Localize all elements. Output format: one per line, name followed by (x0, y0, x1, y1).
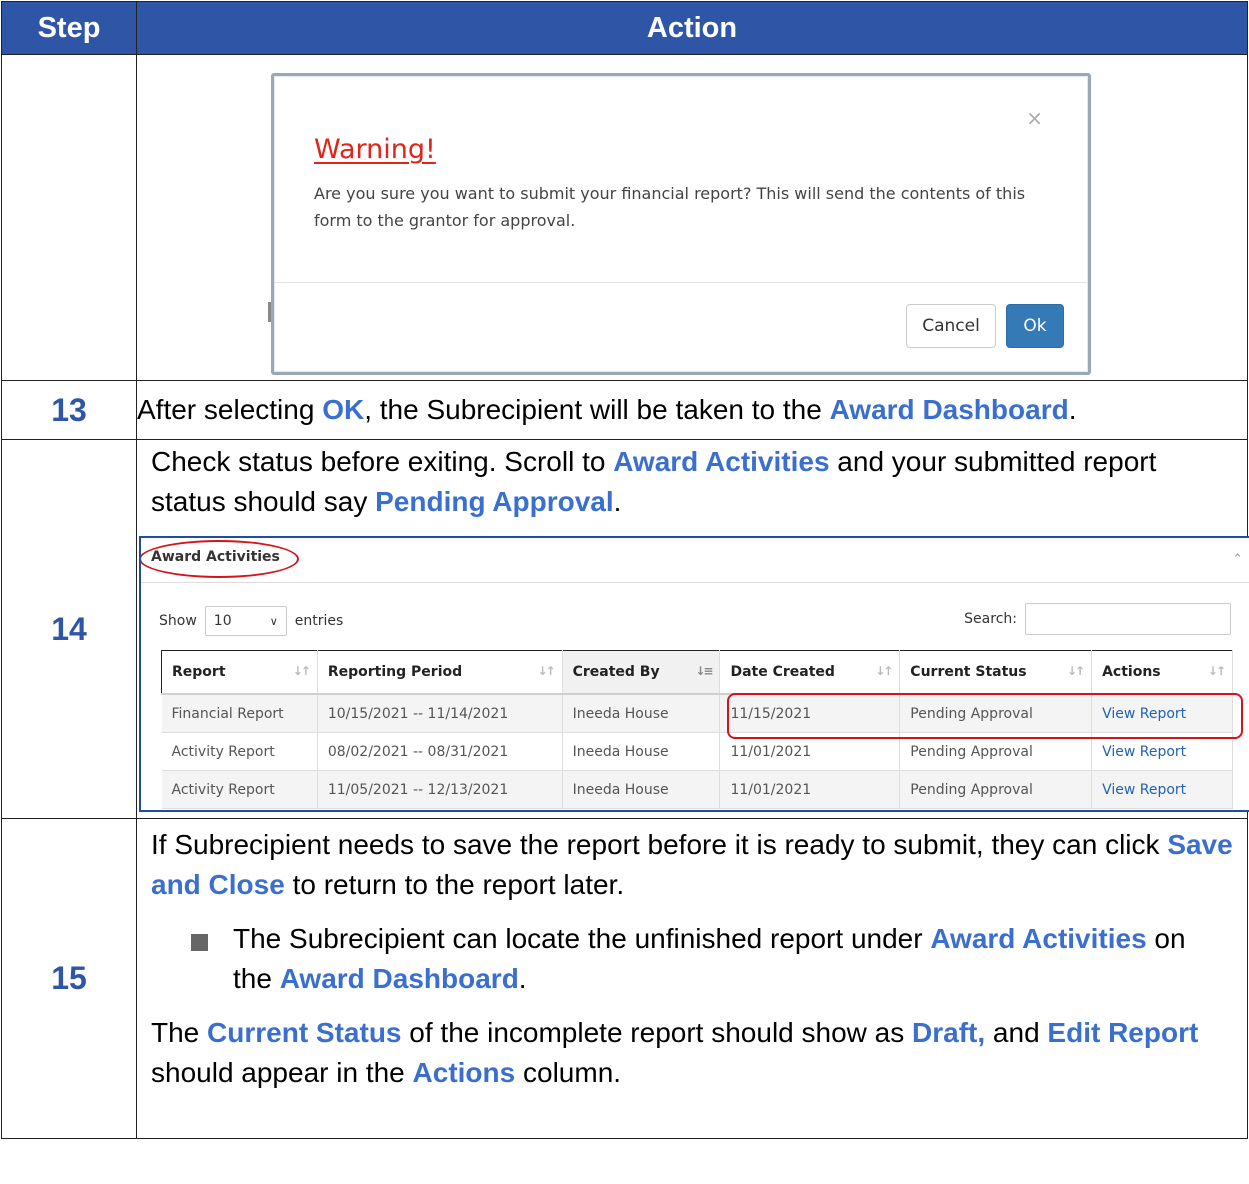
table-header: Step Action (1, 1, 1248, 55)
bullet-item: The Subrecipient can locate the unfinish… (137, 919, 1247, 999)
search-input[interactable] (1025, 603, 1231, 635)
chevron-down-icon: ∨ (269, 614, 278, 628)
step-paragraph: If Subrecipient needs to save the report… (137, 825, 1247, 905)
column-header-actions[interactable]: Actions ↓↑ (1091, 650, 1233, 695)
cell-reporting-period: 10/15/2021 -- 11/14/2021 (317, 694, 563, 733)
sort-icon: ↓↑ (1207, 664, 1226, 678)
column-header-current-status[interactable]: Current Status ↓↑ (899, 650, 1093, 695)
show-label: Show (159, 613, 197, 629)
annotation-highlight-box (727, 693, 1243, 739)
instruction-table: Step Action × Warning! Are you sure you … (1, 1, 1249, 1139)
entries-value: 10 (213, 613, 232, 629)
table-header-row: Report ↓↑ Reporting Period ↓↑ Created By ↓≡… (161, 650, 1233, 695)
text-run: The (151, 1017, 208, 1048)
sort-ascending-icon: ↓≡ (695, 664, 713, 678)
award-activities-panel: Award Activities ⌃ Show 10 ∨ entries Sear… (139, 536, 1249, 812)
text-run: to return to the report later. (284, 869, 625, 900)
entries-select[interactable]: 10 ∨ (204, 606, 287, 636)
column-label: Report (172, 664, 226, 680)
text-run: , the Subrecipient will be taken to the (364, 394, 830, 425)
step-content: Check status before exiting. Scroll to A… (136, 439, 1249, 819)
highlight-ok: OK (322, 394, 365, 425)
text-run: and (985, 1017, 1048, 1048)
column-header-reporting-period[interactable]: Reporting Period ↓↑ (316, 650, 563, 695)
text-run: . (518, 963, 527, 994)
column-header-date-created[interactable]: Date Created ↓↑ (719, 650, 901, 695)
text-run: The Subrecipient can locate the unfinish… (233, 923, 931, 954)
modal-edge-mark (268, 302, 271, 322)
column-label: Current Status (910, 664, 1027, 680)
column-header-report[interactable]: Report ↓↑ (161, 650, 318, 695)
text-run: After selecting (137, 394, 323, 425)
highlight-edit-report: Edit Report (1047, 1017, 1199, 1048)
column-header-created-by[interactable]: Created By ↓≡ (561, 650, 721, 695)
annotation-oval (141, 540, 299, 578)
text-run: should appear in the (151, 1057, 413, 1088)
cell-created-by: Ineeda House (562, 770, 721, 809)
warning-modal: × Warning! Are you sure you want to subm… (268, 73, 1091, 375)
text-run: Check status before exiting. Scroll to (151, 446, 614, 477)
collapse-chevron-icon[interactable]: ⌃ (1232, 552, 1243, 567)
column-label: Date Created (730, 664, 835, 680)
action-header: Action (136, 1, 1248, 55)
sort-icon: ↓↑ (875, 664, 893, 678)
step-header: Step (1, 1, 137, 55)
modal-divider (274, 282, 1088, 283)
highlight-actions: Actions (412, 1057, 516, 1088)
cell-report: Financial Report (161, 694, 318, 733)
bullet-list: The Subrecipient can locate the unfinish… (137, 919, 1247, 999)
highlight-current-status: Current Status (207, 1017, 402, 1048)
table-row: 13 After selecting OK, the Subrecipient … (1, 380, 1248, 440)
column-label: Created By (572, 664, 660, 680)
cell-created-by: Ineeda House (562, 694, 721, 733)
table-row: × Warning! Are you sure you want to subm… (1, 54, 1248, 381)
search-control: Search: (964, 603, 1231, 635)
cell-date-created: 11/01/2021 (719, 770, 901, 809)
sort-icon: ↓↑ (1066, 664, 1085, 678)
panel-header: Award Activities ⌃ (141, 538, 1249, 583)
cell-reporting-period: 11/05/2021 -- 12/13/2021 (317, 770, 563, 809)
text-run: . (1068, 394, 1077, 425)
modal-message: Are you sure you want to submit your fin… (314, 184, 1026, 230)
cell-reporting-period: 08/02/2021 -- 08/31/2021 (317, 732, 563, 771)
step-text: Check status before exiting. Scroll to A… (137, 440, 1247, 522)
step-number: 15 (1, 818, 137, 1139)
column-label: Actions (1102, 664, 1161, 680)
text-run: If Subrecipient needs to save the report… (151, 829, 1168, 860)
close-icon[interactable]: × (1026, 106, 1043, 130)
table-row: Activity Report 11/05/2021 -- 12/13/2021… (161, 770, 1233, 809)
sort-icon: ↓↑ (292, 664, 311, 678)
highlight-award-dashboard: Award Dashboard (829, 394, 1069, 425)
text-run: . (613, 486, 622, 517)
step-paragraph: The Current Status of the incomplete rep… (137, 1013, 1247, 1093)
cell-current-status: Pending Approval (899, 770, 1093, 809)
table-row: 15 If Subrecipient needs to save the rep… (1, 818, 1248, 1139)
cell-report: Activity Report (161, 770, 318, 809)
cell-created-by: Ineeda House (562, 732, 721, 771)
modal-title: Warning! (314, 134, 436, 165)
view-report-link[interactable]: View Report (1091, 770, 1233, 809)
entries-label: entries (294, 613, 344, 629)
column-label: Reporting Period (327, 664, 463, 680)
cancel-button[interactable]: Cancel (906, 304, 996, 348)
step-cell-empty (1, 54, 137, 381)
ok-button[interactable]: Ok (1006, 304, 1064, 348)
step-number: 13 (1, 380, 137, 440)
sort-icon: ↓↑ (537, 664, 555, 678)
text-run: of the incomplete report should show as (401, 1017, 913, 1048)
search-label: Search: (964, 611, 1017, 627)
text-run: column. (515, 1057, 622, 1088)
step-number: 14 (1, 439, 137, 819)
cell-report: Activity Report (161, 732, 318, 771)
step-content: If Subrecipient needs to save the report… (136, 818, 1248, 1139)
entries-control: Show 10 ∨ entries (159, 606, 343, 636)
table-row: 14 Check status before exiting. Scroll t… (1, 439, 1249, 819)
highlight-draft: Draft, (912, 1017, 986, 1048)
highlight-award-dashboard: Award Dashboard (279, 963, 519, 994)
highlight-award-activities: Award Activities (930, 923, 1147, 954)
highlight-award-activities: Award Activities (613, 446, 830, 477)
step-text: After selecting OK, the Subrecipient wil… (136, 380, 1248, 440)
modal-screenshot-cell: × Warning! Are you sure you want to subm… (136, 54, 1248, 381)
highlight-pending-approval: Pending Approval (375, 486, 614, 517)
